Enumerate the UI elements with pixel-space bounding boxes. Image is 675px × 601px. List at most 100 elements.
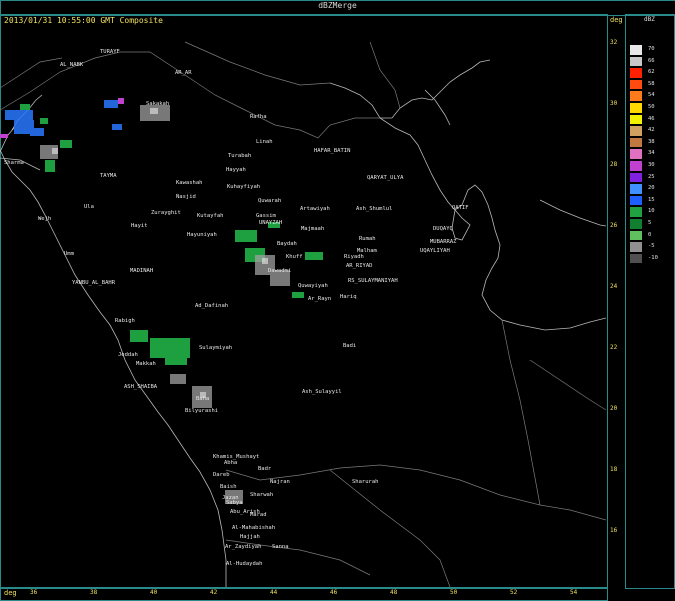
city-label: Al-Mahabishah — [232, 525, 276, 531]
longitude-tick-label: 46 — [330, 589, 338, 596]
city-label: Hariq — [340, 294, 357, 300]
legend-value-label: 54 — [648, 92, 655, 99]
city-label: Rabigh — [115, 318, 135, 324]
city-label: Umm — [64, 251, 74, 257]
latitude-tick-label: 30 — [610, 100, 618, 107]
city-label: Baha — [196, 396, 210, 402]
longitude-tick-label: 40 — [150, 589, 158, 596]
longitude-tick-label: 50 — [450, 589, 458, 596]
city-label: Rumah — [359, 236, 376, 242]
border-layer — [0, 41, 606, 587]
legend-swatch — [630, 137, 642, 148]
city-label: Ash_Sulayyil — [302, 389, 342, 395]
latitude-tick-label: 22 — [610, 344, 618, 351]
coastline-layer — [0, 59, 606, 587]
latitude-tick-label: 28 — [610, 161, 618, 168]
city-label: Kawashah — [176, 180, 203, 186]
city-label: Sharma — [4, 160, 24, 166]
city-label: QATIF — [452, 205, 469, 211]
longitude-tick-label: 52 — [510, 589, 518, 596]
city-label: DUQAYQ — [433, 226, 453, 232]
city-label: Sanna — [272, 544, 289, 550]
city-label: Zurayghit — [151, 210, 181, 216]
radar-echo-layer — [0, 98, 323, 504]
city-label: Quwarah — [258, 198, 282, 204]
right-axis-unit: deg — [610, 16, 623, 24]
city-label: Sharurah — [352, 479, 379, 485]
legend-swatch — [630, 68, 642, 78]
legend-value-label: 50 — [648, 104, 655, 110]
city-label: Badr — [258, 466, 272, 472]
legend-value-label: 10 — [648, 208, 655, 215]
legend-swatch — [630, 56, 642, 67]
legend-value-label: 15 — [648, 196, 655, 203]
legend-value-label: 66 — [648, 57, 655, 64]
longitude-tick-label: 38 — [90, 589, 98, 596]
legend-value-label: 34 — [648, 150, 655, 157]
legend-value-label: -5 — [648, 243, 655, 250]
legend-value-label: 30 — [648, 162, 655, 168]
city-label: Ar_Zaydiyah — [225, 544, 262, 550]
city-label: MUBARRAZ — [430, 239, 457, 245]
legend-value-label: 0 — [648, 231, 652, 238]
legend-swatch — [630, 114, 642, 125]
city-label: Bilyurashi — [185, 408, 219, 414]
legend-swatch — [630, 172, 642, 183]
legend-value-label: 25 — [648, 173, 655, 180]
legend-value-label: 62 — [648, 69, 655, 76]
city-label: Riyadh — [344, 254, 364, 260]
legend-swatch — [630, 45, 642, 55]
latitude-tick-label: 26 — [610, 222, 618, 229]
bottom-axis-unit: deg — [4, 589, 17, 597]
latitude-tick-label: 18 — [610, 466, 618, 473]
city-label: Sabya — [226, 500, 243, 506]
latitude-tick-label: 16 — [610, 527, 618, 534]
longitude-tick-label: 54 — [570, 589, 578, 596]
city-label: Baydah — [277, 241, 297, 247]
city-label: Quwayiyah — [298, 283, 328, 289]
legend-swatch — [630, 184, 642, 194]
legend-swatch — [630, 230, 642, 241]
city-label: YANBU_AL_BAHR — [72, 280, 116, 286]
legend-swatch — [630, 79, 642, 90]
city-label: UQAYLIYAH — [420, 248, 450, 254]
city-label: MADINAH — [130, 268, 154, 274]
longitude-tick-label: 36 — [30, 589, 38, 596]
city-label: Najran — [270, 479, 290, 485]
city-label: Al-Hudaydah — [226, 561, 263, 567]
latitude-tick-label: 20 — [610, 405, 618, 412]
city-label: Hayuniyah — [187, 232, 217, 238]
legend-swatch — [630, 253, 642, 264]
city-label: Artawiyah — [300, 206, 330, 212]
city-label: Rafha — [250, 114, 267, 120]
city-label: Ad_Dafinah — [195, 303, 229, 309]
city-label: Kutayfah — [197, 213, 224, 219]
city-label: Wejh — [38, 216, 52, 222]
city-label: Gassim — [256, 213, 276, 219]
legend-value-label: 46 — [648, 115, 655, 122]
city-label: Nasjid — [176, 194, 196, 200]
legend-title: dBZ — [644, 16, 655, 23]
legend-value-label: -10 — [648, 254, 658, 261]
city-label: Turabah — [228, 153, 252, 159]
legend-swatch — [630, 242, 642, 252]
city-label: AL_NABK — [60, 62, 84, 68]
product-title: dBZMerge — [318, 1, 357, 10]
longitude-tick-label: 42 — [210, 589, 218, 596]
legend-value-label: 5 — [648, 220, 652, 226]
longitude-tick-label: 44 — [270, 589, 278, 596]
city-label: Hayyah — [226, 167, 246, 173]
legend-value-label: 20 — [648, 185, 655, 192]
city-label: AR_RIYAD — [346, 263, 373, 269]
legend-swatch — [630, 195, 642, 206]
longitude-tick-label: 48 — [390, 589, 398, 596]
city-label: Dawadmi — [268, 268, 292, 274]
latitude-tick-label: 24 — [610, 283, 618, 290]
legend-swatch — [630, 91, 642, 101]
city-label: Ar_Rayn — [308, 296, 332, 302]
radar-map[interactable] — [0, 28, 606, 587]
city-label: Hayit — [131, 223, 148, 229]
city-label: HAFAR_BATIN — [314, 148, 351, 154]
city-label: Ash_Shumlul — [356, 206, 393, 212]
city-label: TAYMA — [100, 173, 117, 179]
